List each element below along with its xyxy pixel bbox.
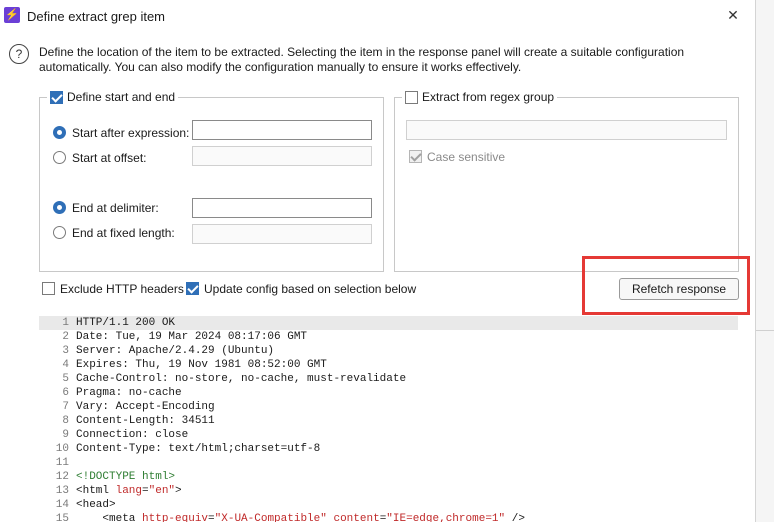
case-sensitive-checkbox[interactable] [409,150,422,163]
line-number: 15 [55,513,69,522]
end-at-fixed-length-label: End at fixed length: [72,226,175,240]
start-after-expression-label: Start after expression: [72,126,190,140]
start-after-expression-radio[interactable] [53,126,66,139]
line-text: <html lang="en"> [76,485,182,497]
start-end-legend: Define start and end [47,90,179,104]
response-line[interactable]: 10 Content-Type: text/html;charset=utf-8 [39,442,738,456]
start-after-expression-input[interactable] [192,120,372,140]
line-text: Expires: Thu, 19 Nov 1981 08:52:00 GMT [76,359,327,371]
exclude-headers-checkbox[interactable] [42,282,55,295]
line-number: 5 [62,373,69,385]
line-number: 1 [62,317,69,329]
line-text: Vary: Accept-Encoding [76,401,215,413]
end-at-delimiter-input[interactable] [192,198,372,218]
line-text: Server: Apache/2.4.29 (Ubuntu) [76,345,275,357]
line-number: 14 [55,499,69,511]
line-text: HTTP/1.1 200 OK [76,317,176,329]
line-text: Connection: close [76,429,189,441]
regex-legend: Extract from regex group [402,90,558,104]
response-line[interactable]: 3 Server: Apache/2.4.29 (Ubuntu) [39,344,738,358]
response-line[interactable]: 7 Vary: Accept-Encoding [39,400,738,414]
end-at-fixed-length-input[interactable] [192,224,372,244]
response-line[interactable]: 1 HTTP/1.1 200 OK [39,316,738,330]
line-text: Pragma: no-cache [76,387,182,399]
response-line[interactable]: 14 <head> [39,498,738,512]
line-number: 7 [62,401,69,413]
line-text: <head> [76,499,116,511]
line-text: <!DOCTYPE html> [76,471,176,483]
response-line[interactable]: 2 Date: Tue, 19 Mar 2024 08:17:06 GMT [39,330,738,344]
line-text: Date: Tue, 19 Mar 2024 08:17:06 GMT [76,331,308,343]
response-line[interactable]: 8 Content-Length: 34511 [39,414,738,428]
response-line[interactable]: 12 <!DOCTYPE html> [39,470,738,484]
line-number: 6 [62,387,69,399]
dialog-title: Define extract grep item [27,9,166,24]
line-number: 4 [62,359,69,371]
response-line[interactable]: 5 Cache-Control: no-store, no-cache, must… [39,372,738,386]
response-panel[interactable]: 1 HTTP/1.1 200 OK 2 Date: Tue, 19 Mar 2024 … [39,316,738,522]
define-start-end-label: Define start and end [67,90,176,104]
response-line[interactable]: 9 Connection: close [39,428,738,442]
line-number: 11 [55,457,69,469]
end-at-delimiter-label: End at delimiter: [72,201,159,215]
background-window-strip [756,0,774,522]
line-number: 9 [62,429,69,441]
line-number: 8 [62,415,69,427]
close-button[interactable]: ✕ [720,2,746,28]
update-config-checkbox[interactable] [186,282,199,295]
extract-grep-dialog: ⚡ Define extract grep item ✕ ? Define th… [0,0,756,522]
response-line[interactable]: 6 Pragma: no-cache [39,386,738,400]
response-line[interactable]: 15 <meta http-equiv="X-UA-Compatible" co… [39,512,738,522]
help-icon[interactable]: ? [9,44,29,64]
close-icon: ✕ [727,7,739,23]
define-start-end-checkbox[interactable] [50,90,63,104]
response-line[interactable]: 11 [39,456,738,470]
line-number: 3 [62,345,69,357]
response-line[interactable]: 4 Expires: Thu, 19 Nov 1981 08:52:00 GMT [39,358,738,372]
case-sensitive-label: Case sensitive [427,150,506,164]
start-at-offset-label: Start at offset: [72,151,147,165]
description-text: Define the location of the item to be ex… [39,45,685,74]
start-at-offset-radio[interactable] [53,151,66,164]
app-bolt-icon: ⚡ [4,7,20,23]
exclude-headers-label: Exclude HTTP headers [60,282,184,296]
line-text: Content-Length: 34511 [76,415,215,427]
regex-input[interactable] [406,120,727,140]
extract-regex-label: Extract from regex group [422,90,555,104]
end-at-fixed-length-radio[interactable] [53,226,66,239]
line-number: 12 [55,471,69,483]
end-at-delimiter-radio[interactable] [53,201,66,214]
start-at-offset-input[interactable] [192,146,372,166]
line-number: 10 [55,443,69,455]
line-number: 2 [62,331,69,343]
extract-regex-checkbox[interactable] [405,90,418,104]
response-line[interactable]: 13 <html lang="en"> [39,484,738,498]
line-text: <meta http-equiv="X-UA-Compatible" conte… [76,513,525,522]
line-number: 13 [55,485,69,497]
highlight-box [582,256,750,315]
title-bar: ⚡ Define extract grep item ✕ [0,0,755,32]
update-config-label: Update config based on selection below [204,282,417,296]
line-text: Content-Type: text/html;charset=utf-8 [76,443,321,455]
line-text: Cache-Control: no-store, no-cache, must-… [76,373,407,385]
